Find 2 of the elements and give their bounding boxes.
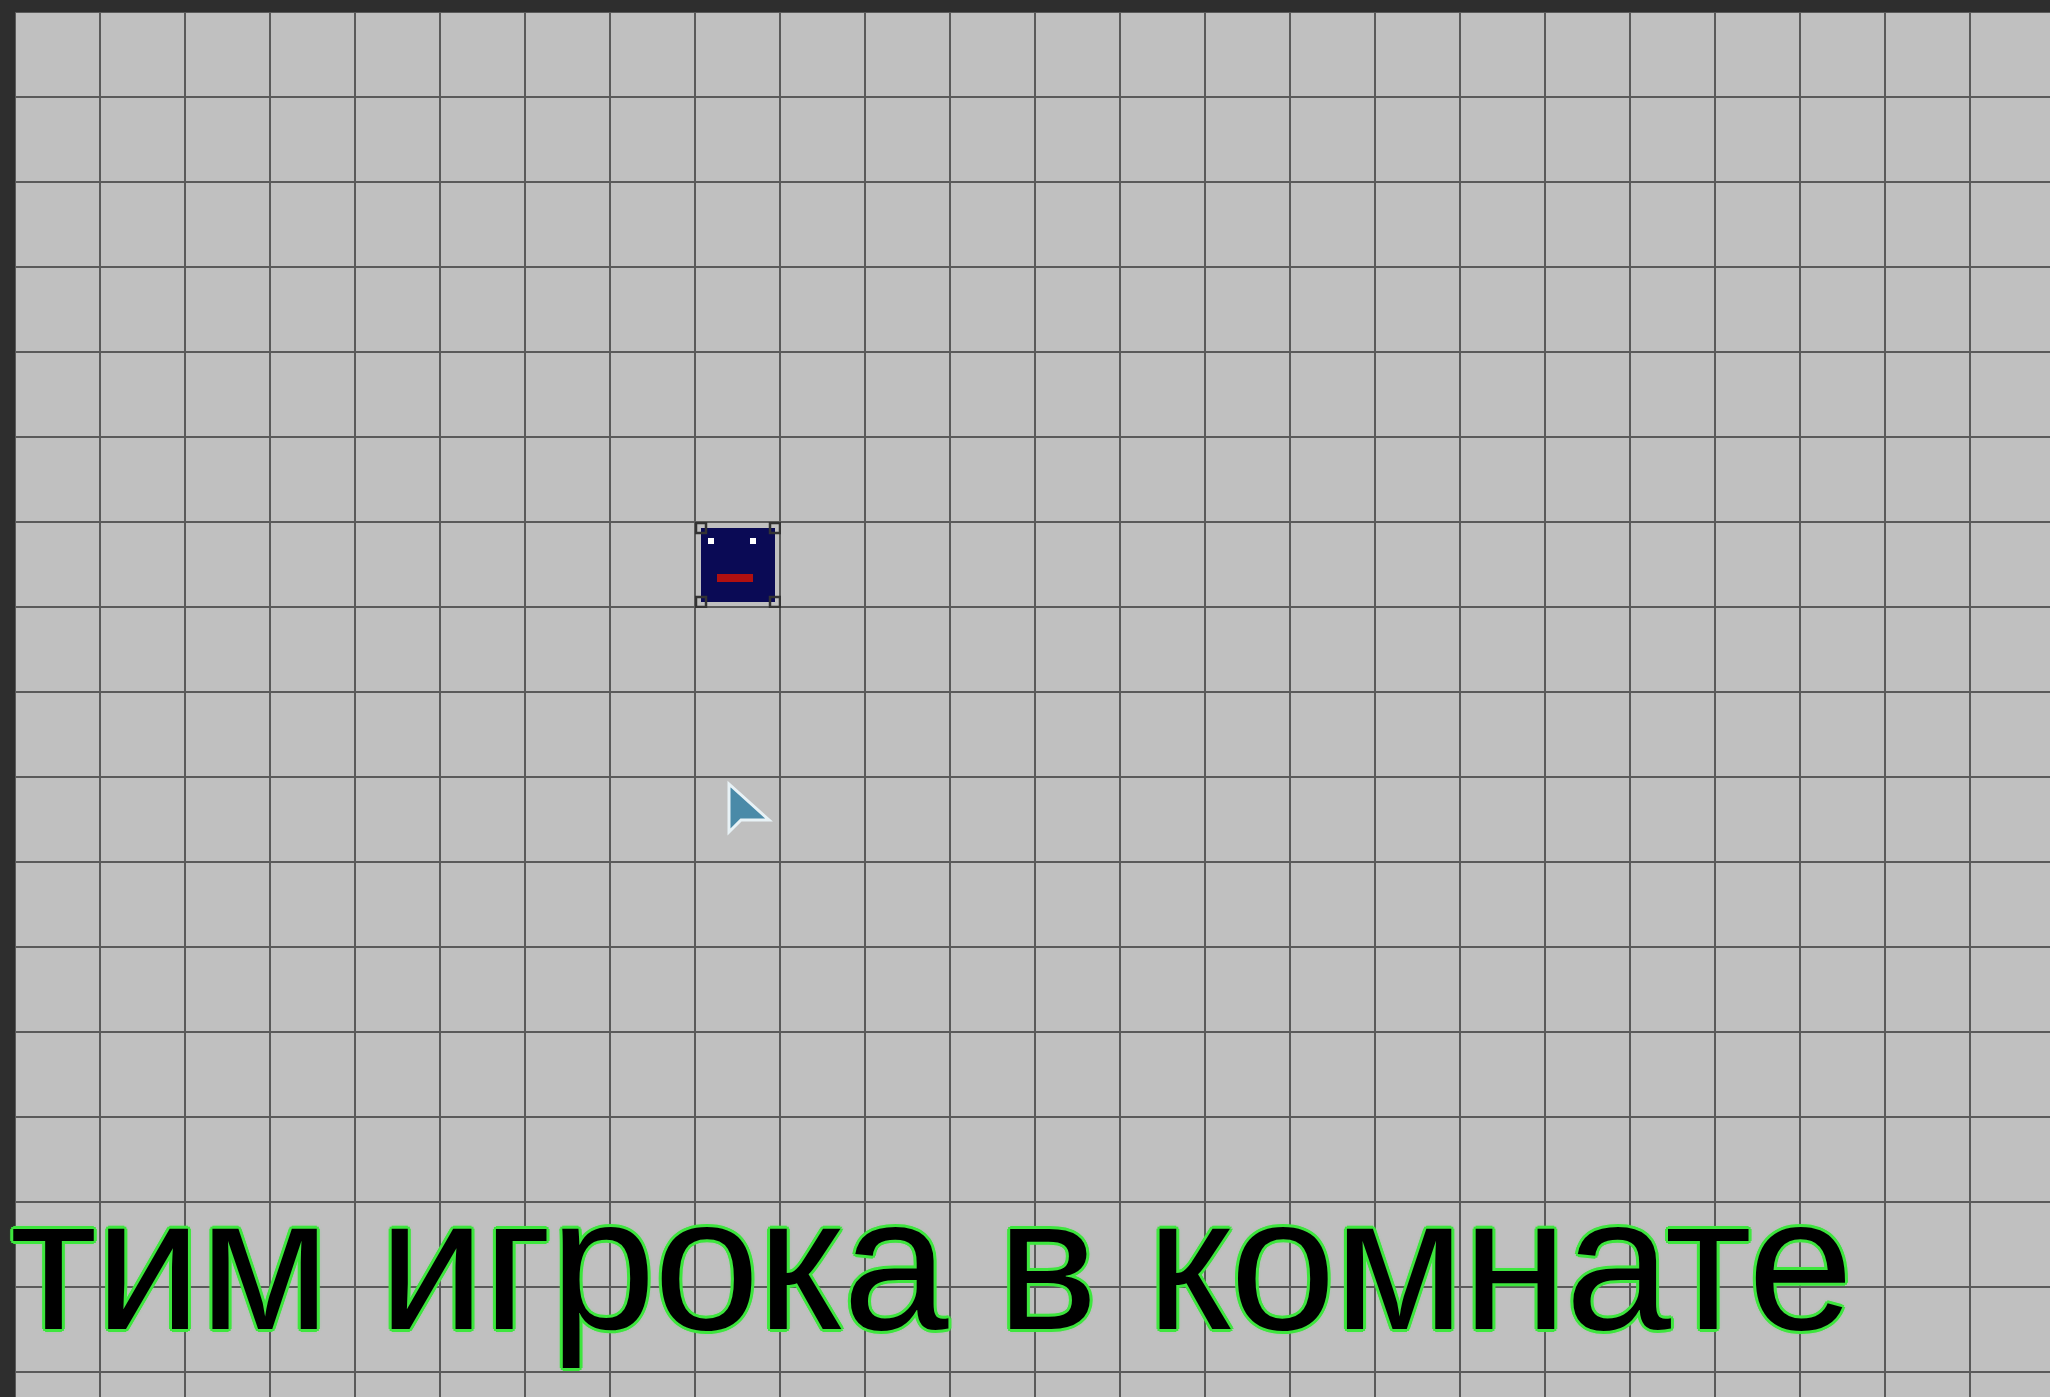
- sprite-instance[interactable]: [695, 522, 781, 608]
- cursor-icon: [725, 780, 773, 838]
